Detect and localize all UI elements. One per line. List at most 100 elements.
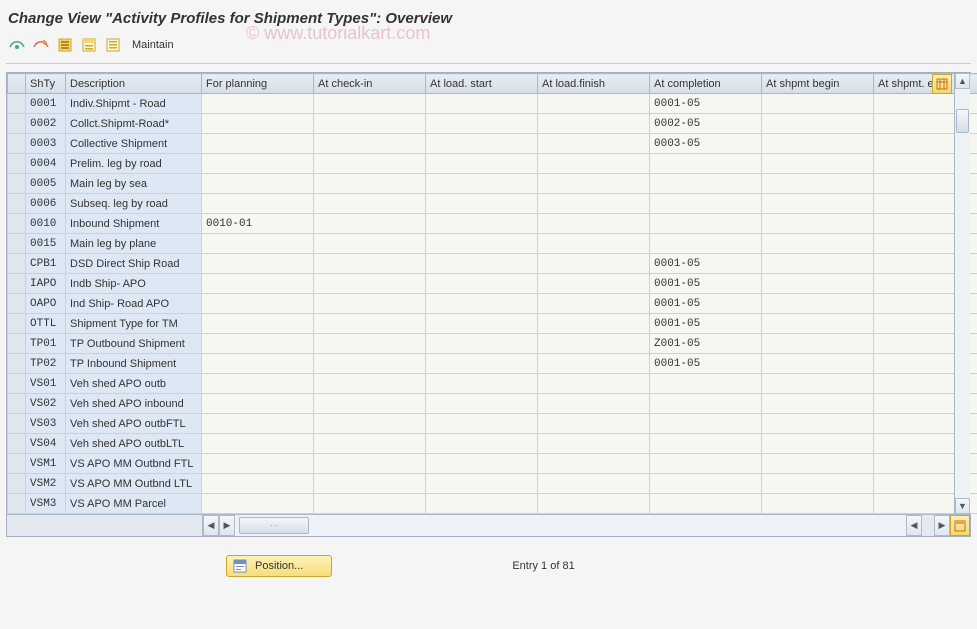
change-button[interactable]	[30, 35, 52, 55]
cell-for-planning[interactable]	[202, 234, 314, 254]
cell-for-planning[interactable]	[202, 354, 314, 374]
cell-at-completion[interactable]: 0001-05	[650, 94, 762, 114]
cell-at-checkin[interactable]	[314, 454, 426, 474]
row-selector[interactable]	[8, 374, 26, 394]
cell-shty[interactable]: 0005	[26, 174, 66, 194]
cell-description[interactable]: VS APO MM Outbnd FTL	[66, 454, 202, 474]
configure-columns-icon[interactable]	[932, 74, 952, 94]
row-selector[interactable]	[8, 214, 26, 234]
cell-at-checkin[interactable]	[314, 314, 426, 334]
cell-at-load-start[interactable]	[426, 134, 538, 154]
cell-at-checkin[interactable]	[314, 414, 426, 434]
cell-shty[interactable]: OTTL	[26, 314, 66, 334]
vertical-scrollbar[interactable]: ▲ ▼	[954, 73, 970, 514]
scroll-right-button[interactable]: ▶	[219, 515, 235, 536]
cell-at-checkin[interactable]	[314, 234, 426, 254]
cell-at-completion[interactable]: 0001-05	[650, 314, 762, 334]
cell-at-shpmt-begin[interactable]	[762, 494, 874, 514]
cell-at-load-start[interactable]	[426, 434, 538, 454]
cell-at-load-finish[interactable]	[538, 414, 650, 434]
cell-for-planning[interactable]	[202, 114, 314, 134]
cell-at-shpmt-begin[interactable]	[762, 174, 874, 194]
col-for-planning[interactable]: For planning	[202, 74, 314, 94]
cell-shty[interactable]: 0004	[26, 154, 66, 174]
table-settings-icon[interactable]	[950, 515, 970, 536]
cell-at-completion[interactable]	[650, 174, 762, 194]
select-all-button[interactable]	[54, 35, 76, 55]
cell-at-load-finish[interactable]	[538, 334, 650, 354]
cell-at-load-finish[interactable]	[538, 354, 650, 374]
cell-at-load-start[interactable]	[426, 194, 538, 214]
cell-description[interactable]: Subseq. leg by road	[66, 194, 202, 214]
cell-at-shpmt-begin[interactable]	[762, 414, 874, 434]
cell-at-checkin[interactable]	[314, 434, 426, 454]
col-at-load-start[interactable]: At load. start	[426, 74, 538, 94]
cell-at-load-start[interactable]	[426, 234, 538, 254]
cell-at-shpmt-begin[interactable]	[762, 254, 874, 274]
cell-for-planning[interactable]	[202, 94, 314, 114]
row-selector[interactable]	[8, 174, 26, 194]
col-select[interactable]	[8, 74, 26, 94]
cell-at-checkin[interactable]	[314, 94, 426, 114]
cell-at-load-finish[interactable]	[538, 174, 650, 194]
cell-shty[interactable]: TP01	[26, 334, 66, 354]
cell-for-planning[interactable]: 0010-01	[202, 214, 314, 234]
cell-at-completion[interactable]	[650, 154, 762, 174]
cell-at-completion[interactable]: 0002-05	[650, 114, 762, 134]
cell-at-load-finish[interactable]	[538, 314, 650, 334]
cell-description[interactable]: TP Inbound Shipment	[66, 354, 202, 374]
cell-shty[interactable]: VS01	[26, 374, 66, 394]
row-selector[interactable]	[8, 114, 26, 134]
cell-at-checkin[interactable]	[314, 394, 426, 414]
cell-description[interactable]: Veh shed APO outbLTL	[66, 434, 202, 454]
cell-at-checkin[interactable]	[314, 334, 426, 354]
cell-shty[interactable]: VS02	[26, 394, 66, 414]
cell-shty[interactable]: IAPO	[26, 274, 66, 294]
vscroll-thumb[interactable]	[956, 109, 969, 133]
cell-description[interactable]: TP Outbound Shipment	[66, 334, 202, 354]
cell-shty[interactable]: VSM3	[26, 494, 66, 514]
cell-at-checkin[interactable]	[314, 174, 426, 194]
cell-at-completion[interactable]	[650, 494, 762, 514]
cell-at-load-start[interactable]	[426, 374, 538, 394]
cell-at-shpmt-begin[interactable]	[762, 154, 874, 174]
row-selector[interactable]	[8, 154, 26, 174]
cell-at-shpmt-begin[interactable]	[762, 134, 874, 154]
row-selector[interactable]	[8, 354, 26, 374]
cell-description[interactable]: Prelim. leg by road	[66, 154, 202, 174]
cell-at-checkin[interactable]	[314, 494, 426, 514]
scroll-right-end-button[interactable]: ▶	[934, 515, 950, 536]
col-at-checkin[interactable]: At check-in	[314, 74, 426, 94]
cell-at-load-finish[interactable]	[538, 274, 650, 294]
cell-shty[interactable]: 0003	[26, 134, 66, 154]
cell-at-load-finish[interactable]	[538, 114, 650, 134]
cell-at-load-finish[interactable]	[538, 294, 650, 314]
cell-description[interactable]: Ind Ship- Road APO	[66, 294, 202, 314]
cell-at-shpmt-begin[interactable]	[762, 294, 874, 314]
cell-at-load-finish[interactable]	[538, 474, 650, 494]
cell-for-planning[interactable]	[202, 174, 314, 194]
row-selector[interactable]	[8, 134, 26, 154]
cell-shty[interactable]: TP02	[26, 354, 66, 374]
cell-at-shpmt-begin[interactable]	[762, 374, 874, 394]
cell-for-planning[interactable]	[202, 314, 314, 334]
row-selector[interactable]	[8, 414, 26, 434]
scroll-left-end-button[interactable]: ◀	[906, 515, 922, 536]
cell-at-load-finish[interactable]	[538, 394, 650, 414]
cell-at-load-finish[interactable]	[538, 494, 650, 514]
position-button[interactable]: Position...	[226, 555, 332, 577]
cell-at-load-start[interactable]	[426, 454, 538, 474]
cell-at-shpmt-begin[interactable]	[762, 454, 874, 474]
cell-shty[interactable]: 0001	[26, 94, 66, 114]
cell-at-completion[interactable]	[650, 414, 762, 434]
row-selector[interactable]	[8, 454, 26, 474]
cell-description[interactable]: Collective Shipment	[66, 134, 202, 154]
row-selector[interactable]	[8, 394, 26, 414]
cell-description[interactable]: VS APO MM Parcel	[66, 494, 202, 514]
cell-at-checkin[interactable]	[314, 214, 426, 234]
toggle-display-change-button[interactable]	[6, 35, 28, 55]
cell-at-load-finish[interactable]	[538, 254, 650, 274]
cell-at-checkin[interactable]	[314, 294, 426, 314]
cell-at-shpmt-begin[interactable]	[762, 274, 874, 294]
row-selector[interactable]	[8, 234, 26, 254]
